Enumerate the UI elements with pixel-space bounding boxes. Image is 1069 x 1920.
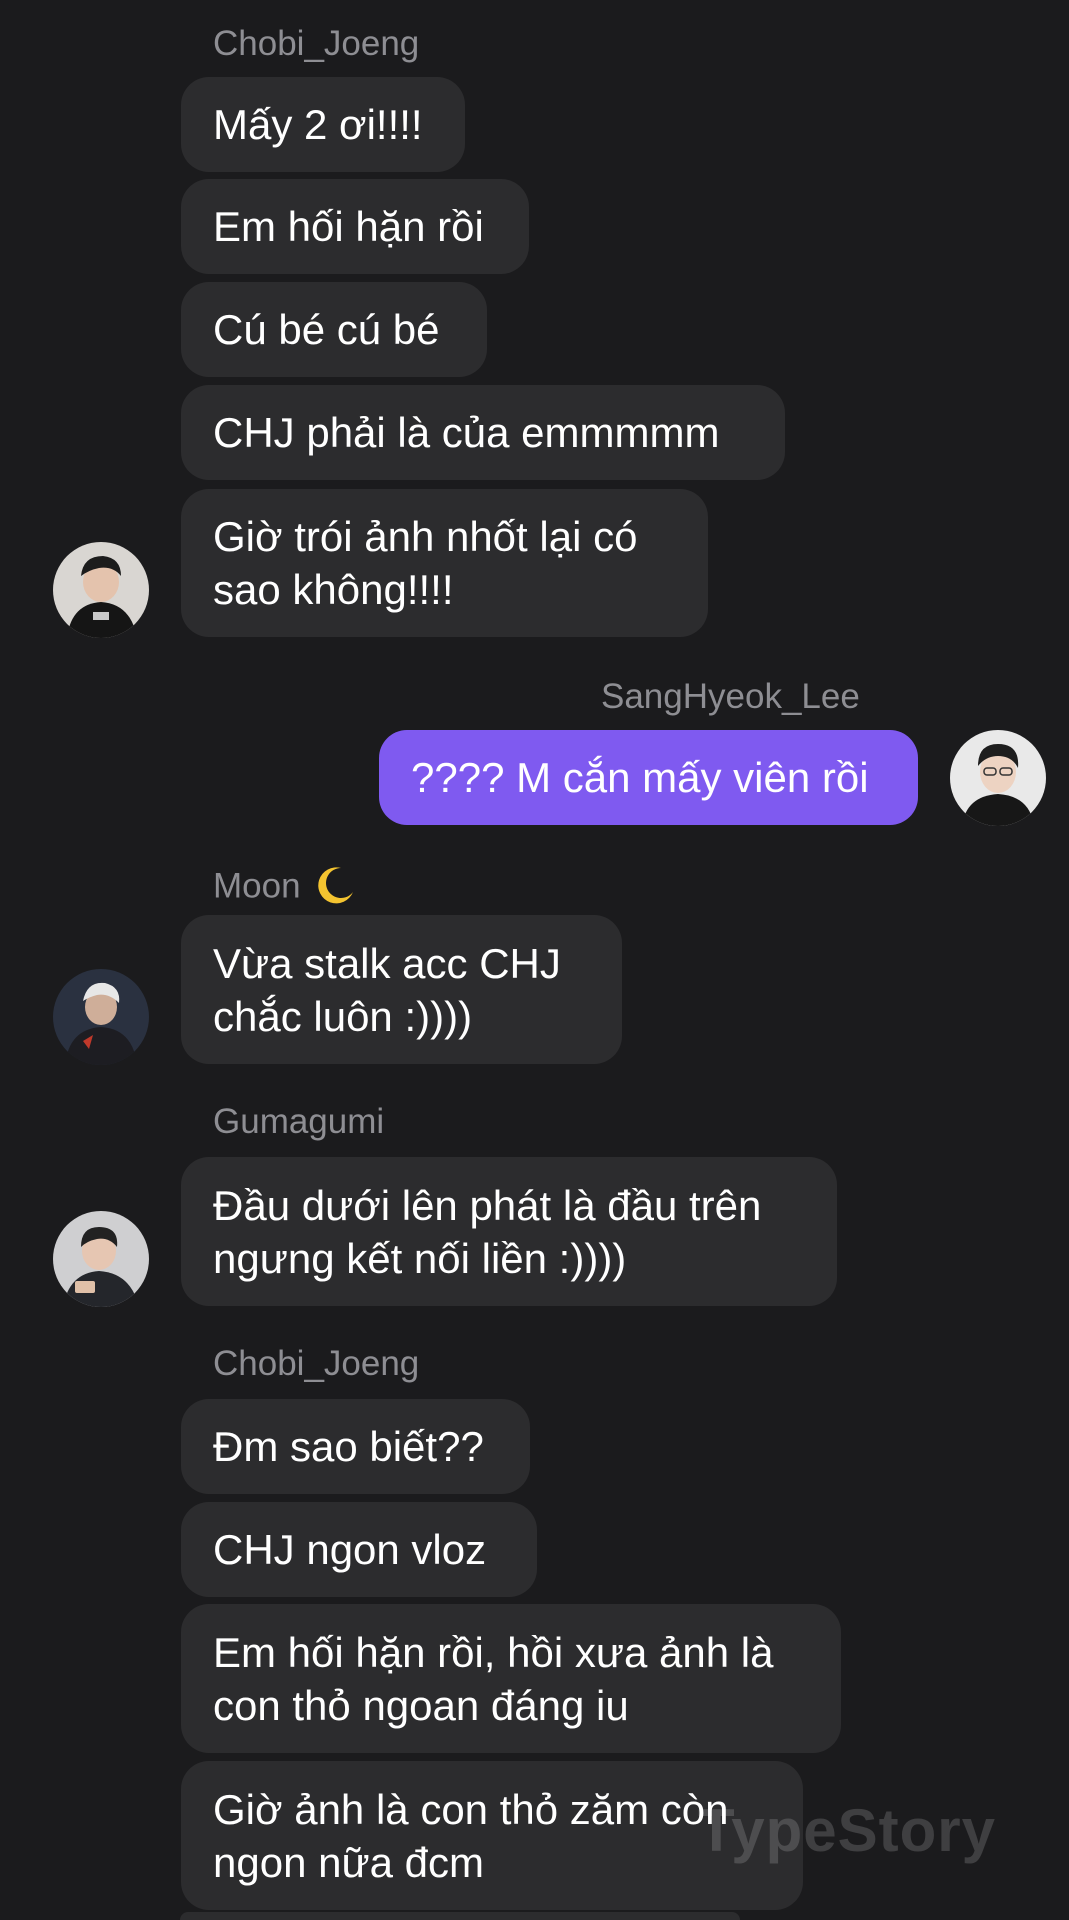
avatar-photo-icon [53,542,149,638]
message-bubble[interactable]: Đm sao biết?? [181,1399,530,1494]
next-message-bubble-edge [180,1912,740,1920]
message-text: ???? M cắn mấy viên rồi [411,754,869,801]
sender-name: Chobi_Joeng [213,24,420,63]
message-bubble[interactable]: Vừa stalk acc CHJ chắc luôn :)))) [181,915,622,1064]
user-avatar[interactable] [53,542,149,638]
user-avatar[interactable] [53,1211,149,1307]
avatar-photo-icon [950,730,1046,826]
message-text-line: sao không!!!! [213,566,454,613]
message-text-line: Giờ ảnh là con thỏ zăm còn [213,1785,729,1833]
message-text-line: Vừa stalk acc CHJ [213,939,561,987]
message-text: CHJ ngon vloz [213,1526,487,1573]
message-bubble[interactable]: Em hối hặn rồi [181,179,529,274]
user-avatar[interactable] [950,730,1046,826]
message-bubble[interactable]: Giờ trói ảnh nhốt lại có sao không!!!! [181,489,708,637]
message-bubble[interactable]: Cú bé cú bé [181,282,487,377]
message-bubble[interactable]: Đầu dưới lên phát là đầu trên ngưng kết … [181,1157,837,1306]
sender-name: Chobi_Joeng [213,1344,420,1383]
message-text: Đm sao biết?? [213,1423,484,1470]
avatar-photo-icon [53,1211,149,1307]
message-text-line: con thỏ ngoan đáng iu [213,1681,629,1729]
message-text-line: chắc luôn :)))) [213,992,473,1040]
message-text-line: ngon nữa đcm [213,1838,484,1886]
message-bubble[interactable]: Mấy 2 ơi!!!! [181,77,465,172]
message-text: Cú bé cú bé [213,306,440,353]
message-text-line: ngưng kết nối liền :)))) [213,1234,627,1282]
message-text: Em hối hặn rồi [213,203,484,250]
message-text-line: Em hối hặn rồi, hồi xưa ảnh là [213,1628,774,1676]
message-bubble[interactable]: ???? M cắn mấy viên rồi [379,730,918,825]
message-text: CHJ phải là của emmmmm [213,409,720,456]
sender-name: Moon [213,862,357,914]
message-bubble[interactable]: CHJ ngon vloz [181,1502,537,1597]
sender-name-text: Moon [213,866,301,906]
message-text-line: Đầu dưới lên phát là đầu trên [213,1181,762,1229]
user-avatar[interactable] [53,969,149,1065]
message-text-line: Giờ trói ảnh nhốt lại có [213,513,638,560]
sender-name: SangHyeok_Lee [601,677,860,716]
message-bubble[interactable]: Em hối hặn rồi, hồi xưa ảnh là con thỏ n… [181,1604,841,1753]
message-text: Mấy 2 ơi!!!! [213,101,423,148]
avatar-photo-icon [53,969,149,1065]
sender-name: Gumagumi [213,1102,385,1141]
message-bubble[interactable]: CHJ phải là của emmmmm [181,385,785,480]
crescent-moon-icon [311,862,357,914]
watermark: TypeStory [698,1797,996,1864]
